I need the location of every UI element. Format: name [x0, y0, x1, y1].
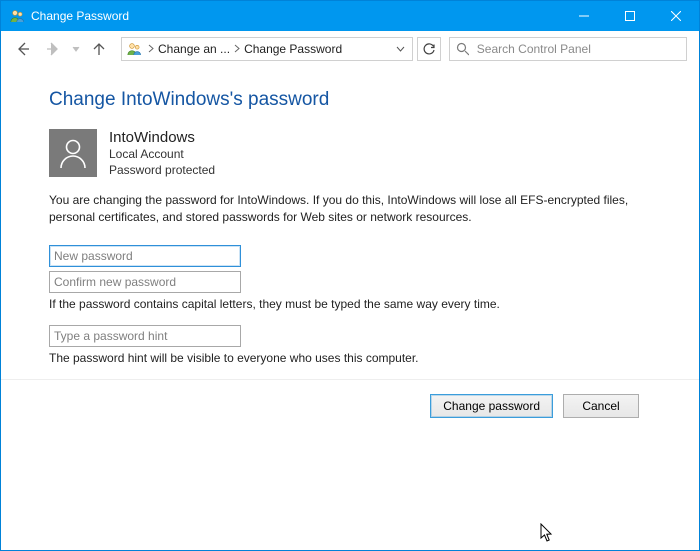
user-info: IntoWindows Local Account Password prote…	[49, 129, 651, 178]
minimize-button[interactable]	[561, 1, 607, 31]
back-button[interactable]	[9, 35, 37, 63]
maximize-button[interactable]	[607, 1, 653, 31]
page-title: Change IntoWindows's password	[49, 89, 651, 111]
titlebar: Change Password	[1, 1, 699, 31]
window-title: Change Password	[31, 9, 129, 23]
action-buttons: Change password Cancel	[49, 380, 651, 418]
navigation-bar: Change an ... Change Password	[1, 31, 699, 67]
change-password-window: Change Password Change an ...	[0, 0, 700, 551]
address-bar[interactable]: Change an ... Change Password	[121, 37, 413, 61]
caps-hint: If the password contains capital letters…	[49, 297, 651, 311]
warning-text: You are changing the password for IntoWi…	[49, 192, 651, 224]
content-area: Change IntoWindows's password IntoWindow…	[1, 67, 699, 418]
close-button[interactable]	[653, 1, 699, 31]
breadcrumb: Change an ... Change Password	[146, 42, 344, 56]
refresh-button[interactable]	[417, 37, 441, 61]
new-password-input[interactable]	[49, 245, 241, 267]
recent-dropdown[interactable]	[69, 35, 83, 63]
change-password-button[interactable]: Change password	[430, 394, 553, 418]
user-accounts-icon	[9, 8, 25, 24]
avatar	[49, 129, 97, 177]
chevron-down-icon[interactable]	[392, 46, 408, 52]
chevron-right-icon[interactable]	[146, 44, 156, 53]
user-name: IntoWindows	[109, 129, 215, 146]
breadcrumb-item-change-password[interactable]: Change Password	[242, 42, 344, 56]
person-icon	[55, 135, 91, 171]
user-password-status: Password protected	[109, 162, 215, 178]
forward-button[interactable]	[39, 35, 67, 63]
chevron-right-icon[interactable]	[232, 44, 242, 53]
search-box[interactable]	[449, 37, 687, 61]
up-button[interactable]	[85, 35, 113, 63]
user-accounts-icon	[126, 41, 142, 57]
confirm-password-input[interactable]	[49, 271, 241, 293]
user-meta: IntoWindows Local Account Password prote…	[109, 129, 215, 178]
visibility-hint: The password hint will be visible to eve…	[49, 351, 651, 365]
user-account-type: Local Account	[109, 146, 215, 162]
search-icon	[456, 42, 469, 56]
cancel-button[interactable]: Cancel	[563, 394, 639, 418]
search-input[interactable]	[475, 41, 680, 57]
cursor-icon	[540, 523, 554, 543]
breadcrumb-item-change-an[interactable]: Change an ...	[156, 42, 232, 56]
password-hint-input[interactable]	[49, 325, 241, 347]
